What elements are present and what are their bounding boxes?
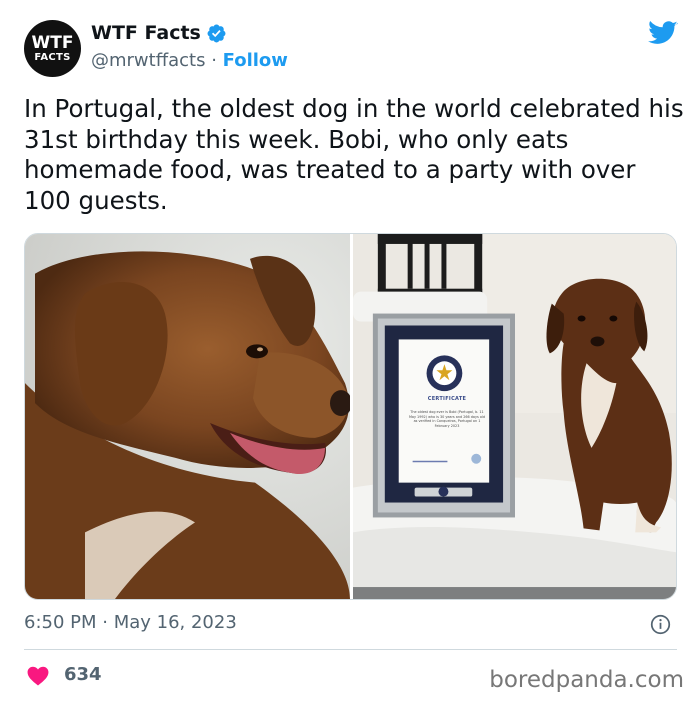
follow-button[interactable]: Follow xyxy=(223,50,288,71)
heart-icon[interactable] xyxy=(27,666,49,686)
avatar-text-line2: FACTS xyxy=(34,51,71,63)
source-watermark: boredpanda.com xyxy=(489,667,684,693)
verified-badge-icon xyxy=(207,24,226,42)
footer-divider xyxy=(24,649,677,650)
certificate-title: CERTIFICATE xyxy=(427,396,467,402)
certificate: CERTIFICATE The oldest dog ever is Bobi … xyxy=(353,234,676,599)
handle[interactable]: @mrwtffacts xyxy=(91,50,205,71)
certificate-body: The oldest dog ever is Bobi (Portugal, b… xyxy=(408,410,486,428)
avatar-text-line1: WTF xyxy=(31,32,74,53)
display-name[interactable]: WTF Facts xyxy=(91,22,201,44)
info-icon[interactable] xyxy=(650,614,671,635)
avatar[interactable]: WTF FACTS xyxy=(24,20,81,77)
photo-dog-closeup[interactable] xyxy=(25,234,350,599)
tweet-text: In Portugal, the oldest dog in the world… xyxy=(24,94,684,215)
tweet-timestamp[interactable]: 6:50 PM · May 16, 2023 xyxy=(24,612,237,633)
dog-closeup-illustration xyxy=(25,234,350,599)
handle-separator: · xyxy=(205,50,223,71)
handle-row: @mrwtffacts · Follow xyxy=(91,50,288,71)
twitter-bird-icon[interactable] xyxy=(648,21,678,46)
media-grid[interactable]: CERTIFICATE The oldest dog ever is Bobi … xyxy=(24,233,677,600)
author-name-row: WTF Facts xyxy=(91,22,227,44)
like-count[interactable]: 634 xyxy=(64,664,102,685)
photo-dog-certificate[interactable]: CERTIFICATE The oldest dog ever is Bobi … xyxy=(353,234,676,599)
